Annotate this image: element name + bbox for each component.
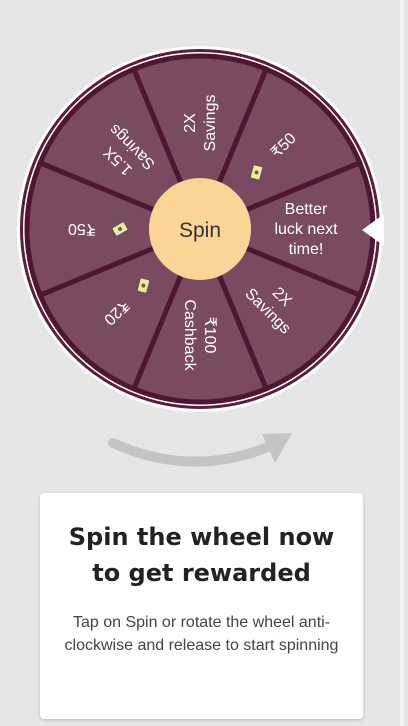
reward-info-card: Spin the wheel now to get rewarded Tap o… <box>40 493 363 719</box>
card-description: Tap on Spin or rotate the wheel anti-clo… <box>64 614 339 654</box>
curved-arrow-icon <box>108 433 292 467</box>
card-title: Spin the wheel now to get rewarded <box>68 523 335 587</box>
